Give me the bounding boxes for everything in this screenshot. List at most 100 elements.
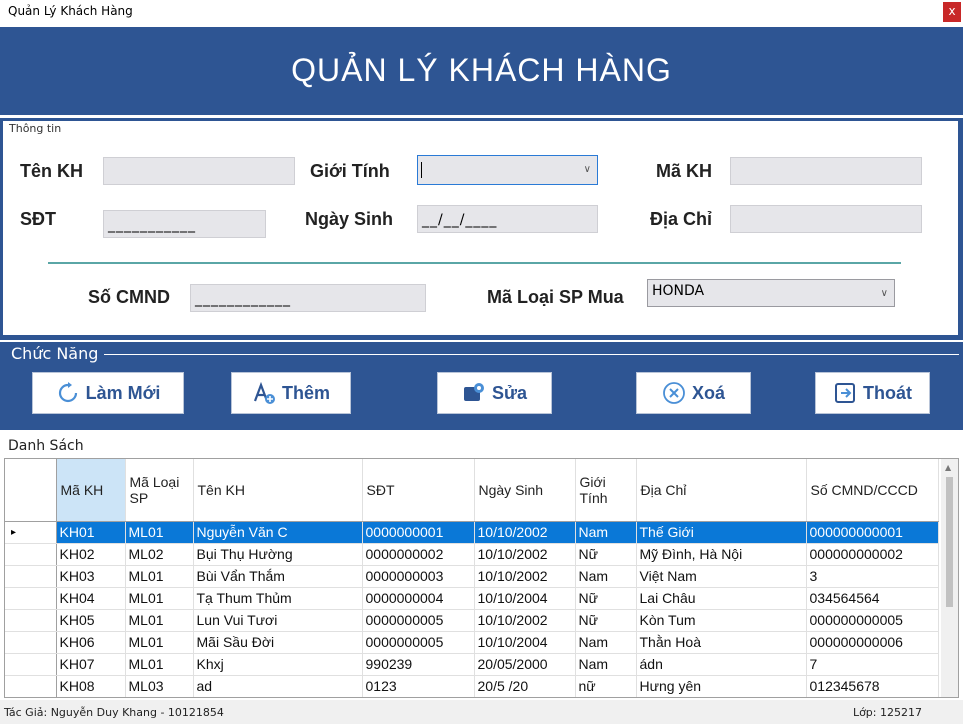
row-header[interactable] (5, 587, 57, 610)
table-row[interactable]: ▸ KH01 ML01 Nguyễn Văn C 0000000001 10/10/200… (5, 521, 939, 544)
table-cell[interactable]: 0000000002 (362, 543, 475, 566)
row-header[interactable] (5, 543, 57, 566)
table-cell[interactable]: Nam (575, 565, 637, 588)
row-header[interactable] (5, 653, 57, 676)
table-cell[interactable]: ML01 (125, 631, 194, 654)
table-cell[interactable]: Bùi Vẩn Thắm (193, 565, 363, 588)
column-header[interactable]: Địa Chỉ (636, 459, 807, 522)
table-cell[interactable]: 034564564 (806, 587, 939, 610)
table-row[interactable]: KH08 ML03 ad 0123 20/5 /20 nữ Hưng yên 01234567… (5, 675, 939, 697)
table-cell[interactable]: Tạ Thum Thủm (193, 587, 363, 610)
table-cell[interactable]: Kòn Tum (636, 609, 807, 632)
table-cell[interactable]: 10/10/2004 (474, 631, 576, 654)
table-row[interactable]: KH02 ML02 Bụi Thụ Hường 0000000002 10/10/200… (5, 543, 939, 566)
column-header[interactable]: Mã KH (56, 459, 126, 522)
ma-kh-input[interactable] (730, 157, 922, 185)
table-cell[interactable]: 000000000002 (806, 543, 939, 566)
column-header[interactable]: Ngày Sinh (474, 459, 576, 522)
table-cell[interactable]: 3 (806, 565, 939, 588)
ten-kh-input[interactable] (103, 157, 295, 185)
table-row[interactable]: KH05 ML01 Lun Vui Tươi 0000000005 10/10/2002… (5, 609, 939, 632)
table-cell[interactable]: Lai Châu (636, 587, 807, 610)
column-header[interactable]: Giới Tính (575, 459, 637, 522)
table-cell[interactable]: KH03 (56, 565, 126, 588)
table-cell[interactable]: ML01 (125, 653, 194, 676)
table-cell[interactable]: 20/5 /20 (474, 675, 576, 697)
table-cell[interactable]: 000000000001 (806, 521, 939, 544)
table-cell[interactable]: 10/10/2002 (474, 609, 576, 632)
table-cell[interactable]: Mỹ Đình, Hà Nội (636, 543, 807, 566)
ngay-sinh-input[interactable]: __/__/____ (417, 205, 598, 233)
sua-button[interactable]: Sửa (437, 372, 552, 414)
row-header[interactable] (5, 609, 57, 632)
row-header[interactable] (5, 675, 57, 697)
table-cell[interactable]: 10/10/2002 (474, 521, 576, 544)
table-row[interactable]: KH04 ML01 Tạ Thum Thủm 0000000004 10/10/2004… (5, 587, 939, 610)
table-cell[interactable]: KH01 (56, 521, 126, 544)
table-cell[interactable]: ML03 (125, 675, 194, 697)
table-cell[interactable]: 0000000005 (362, 631, 475, 654)
close-button[interactable]: x (943, 2, 961, 22)
table-cell[interactable]: Nữ (575, 543, 637, 566)
table-cell[interactable]: 000000000006 (806, 631, 939, 654)
xoa-button[interactable]: Xoá (636, 372, 751, 414)
column-header[interactable]: Số CMND/CCCD (806, 459, 939, 522)
scroll-thumb[interactable] (946, 477, 953, 607)
table-cell[interactable]: KH06 (56, 631, 126, 654)
table-cell[interactable]: ML02 (125, 543, 194, 566)
table-cell[interactable]: KH07 (56, 653, 126, 676)
table-cell[interactable]: 0000000005 (362, 609, 475, 632)
table-cell[interactable]: Mãi Sầu Đời (193, 631, 363, 654)
table-cell[interactable]: 20/05/2000 (474, 653, 576, 676)
table-cell[interactable]: ad (193, 675, 363, 697)
table-row[interactable]: KH07 ML01 Khxj 990239 20/05/2000 Nam ádn 7 (5, 653, 939, 676)
table-cell[interactable]: Bụi Thụ Hường (193, 543, 363, 566)
vertical-scrollbar[interactable]: ▲ (941, 459, 958, 697)
table-cell[interactable]: 0000000004 (362, 587, 475, 610)
row-header[interactable] (5, 565, 57, 588)
table-cell[interactable]: Nữ (575, 609, 637, 632)
table-row[interactable]: KH03 ML01 Bùi Vẩn Thắm 0000000003 10/10/2002… (5, 565, 939, 588)
lam-moi-button[interactable]: Làm Mới (32, 372, 184, 414)
dia-chi-input[interactable] (730, 205, 922, 233)
table-cell[interactable]: 0123 (362, 675, 475, 697)
sdt-input[interactable]: ___________ (103, 210, 266, 238)
column-header[interactable]: Mã Loại SP (125, 459, 194, 522)
customer-data-grid[interactable]: Mã KH Mã Loại SP Tên KH SĐT Ngày Sinh Gi… (4, 458, 959, 698)
table-cell[interactable]: 990239 (362, 653, 475, 676)
table-cell[interactable]: 10/10/2002 (474, 543, 576, 566)
table-cell[interactable]: 0000000003 (362, 565, 475, 588)
so-cmnd-input[interactable]: ____________ (190, 284, 426, 312)
table-row[interactable]: KH06 ML01 Mãi Sầu Đời 0000000005 10/10/2004 N… (5, 631, 939, 654)
table-cell[interactable]: 0000000001 (362, 521, 475, 544)
table-cell[interactable]: 000000000005 (806, 609, 939, 632)
table-cell[interactable]: KH05 (56, 609, 126, 632)
table-cell[interactable]: ML01 (125, 565, 194, 588)
table-cell[interactable]: Thằn Hoà (636, 631, 807, 654)
table-cell[interactable]: Việt Nam (636, 565, 807, 588)
table-cell[interactable]: Nam (575, 631, 637, 654)
table-cell[interactable]: ML01 (125, 609, 194, 632)
table-cell[interactable]: KH02 (56, 543, 126, 566)
table-cell[interactable]: KH04 (56, 587, 126, 610)
table-cell[interactable]: Thế Giới (636, 521, 807, 544)
table-cell[interactable]: Nam (575, 521, 637, 544)
table-cell[interactable]: Nam (575, 653, 637, 676)
row-header[interactable]: ▸ (5, 521, 57, 544)
ma-loai-sp-select[interactable]: HONDA ∨ (647, 279, 895, 307)
scroll-up-icon[interactable]: ▲ (945, 463, 951, 472)
them-button[interactable]: Thêm (231, 372, 351, 414)
row-header[interactable] (5, 631, 57, 654)
table-cell[interactable]: 012345678 (806, 675, 939, 697)
table-cell[interactable]: ML01 (125, 521, 194, 544)
table-cell[interactable]: Nữ (575, 587, 637, 610)
table-cell[interactable]: 10/10/2004 (474, 587, 576, 610)
table-cell[interactable]: ML01 (125, 587, 194, 610)
table-cell[interactable]: 7 (806, 653, 939, 676)
table-cell[interactable]: Nguyễn Văn C (193, 521, 363, 544)
column-header[interactable]: SĐT (362, 459, 475, 522)
column-header[interactable]: Tên KH (193, 459, 363, 522)
table-cell[interactable]: nữ (575, 675, 637, 697)
thoat-button[interactable]: Thoát (815, 372, 930, 414)
table-cell[interactable]: Hưng yên (636, 675, 807, 697)
